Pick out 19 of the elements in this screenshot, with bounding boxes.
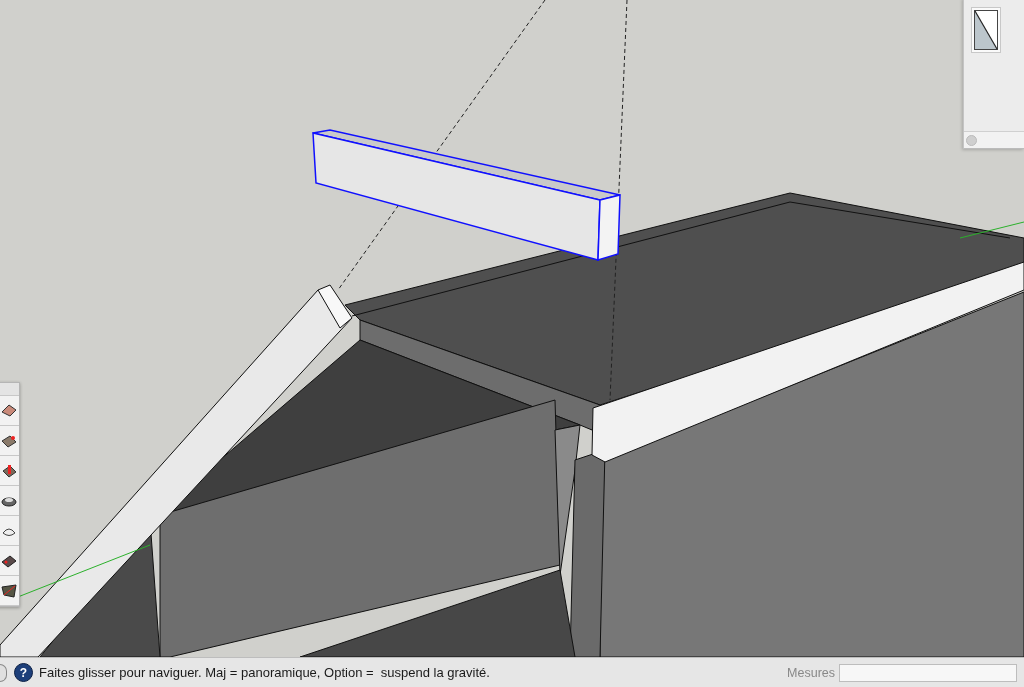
tool-button[interactable]: [0, 426, 19, 456]
tool-icon: [1, 462, 17, 479]
resize-handle[interactable]: [966, 134, 977, 146]
measurements-field[interactable]: [839, 663, 1017, 682]
style-thumbnail[interactable]: [971, 7, 1001, 53]
tool-button[interactable]: [0, 546, 19, 576]
help-icon[interactable]: ?: [14, 663, 33, 682]
tool-icon: [1, 402, 17, 419]
tool-button[interactable]: [0, 516, 19, 546]
tool-button[interactable]: [0, 396, 19, 426]
style-swatch-icon: [974, 10, 998, 50]
beam-drawing[interactable]: [312, 129, 621, 261]
tool-button[interactable]: [0, 486, 19, 516]
status-hint: Faites glisser pour naviguer. Maj = panoramique, Option = suspend la gravité.: [39, 665, 490, 680]
tool-icon: [1, 582, 17, 599]
tool-button[interactable]: [0, 456, 19, 486]
model-viewport[interactable]: [0, 0, 1024, 657]
measurements-label: Mesures: [787, 665, 835, 680]
tool-button[interactable]: [0, 576, 19, 606]
